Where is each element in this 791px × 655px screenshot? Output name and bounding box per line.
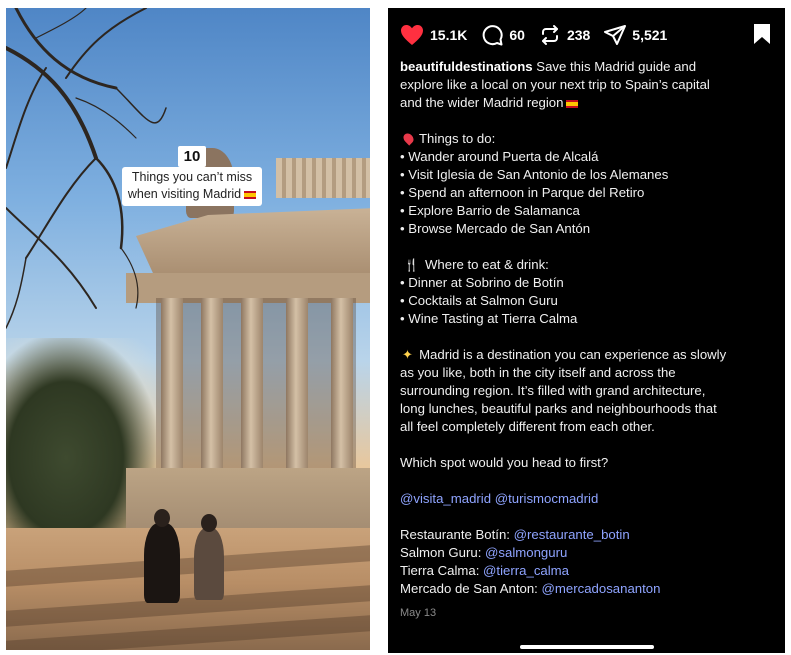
- list-item: • Cocktails at Salmon Guru: [400, 293, 558, 308]
- action-bar: 15.1K 60 238 5,521: [400, 23, 681, 47]
- list-item: • Spend an afternoon in Parque del Retir…: [400, 185, 645, 200]
- credit-label: Salmon Guru:: [400, 545, 486, 560]
- share-icon: [604, 25, 627, 45]
- person-in-dark-coat: [144, 509, 180, 603]
- home-indicator[interactable]: [520, 645, 654, 649]
- tree-shadow: [6, 545, 370, 587]
- caption-number: 10: [177, 146, 207, 167]
- username-link[interactable]: beautifuldestinations: [400, 59, 533, 74]
- list-item: • Explore Barrio de Salamanca: [400, 203, 580, 218]
- like-count: 15.1K: [430, 27, 468, 43]
- share-count: 5,521: [632, 27, 668, 43]
- intro-text: explore like a local on your next trip t…: [400, 77, 710, 92]
- sparkles-icon: ✦: [402, 347, 414, 362]
- list-item: • Visit Iglesia de San Antonio de los Al…: [400, 167, 669, 182]
- eat-heading: Where to eat & drink:: [424, 257, 549, 272]
- para-row: ✦ Madrid is a destination you can experie…: [400, 346, 778, 364]
- caption-line: and the wider Madrid region: [400, 94, 778, 112]
- bookmark-icon: [754, 24, 770, 44]
- paragraph-line: all feel completely different from each …: [400, 419, 655, 434]
- credit-label: Restaurante Botín:: [400, 527, 514, 542]
- intro-text: Save this Madrid guide and: [532, 59, 697, 74]
- mention-link[interactable]: @restaurante_botin: [514, 527, 630, 542]
- credit-label: Mercado de San Anton:: [400, 581, 542, 596]
- tags-row: @visita_madrid @turismocmadrid: [400, 490, 778, 508]
- fork-knife-icon: 🍴: [404, 258, 419, 272]
- caption-line-2-wrap: when visiting Madrid: [127, 186, 257, 203]
- comment-count: 60: [509, 27, 525, 43]
- mention-link[interactable]: @tierra_calma: [483, 563, 569, 578]
- repost-icon: [541, 25, 558, 45]
- mention-link[interactable]: @visita_madrid: [400, 491, 491, 506]
- eat-heading-row: 🍴 Where to eat & drink:: [400, 256, 778, 274]
- things-heading-row: Things to do:: [400, 130, 778, 148]
- paragraph-line: long lunches, beautiful parks and neighb…: [400, 401, 717, 416]
- save-button[interactable]: [753, 23, 771, 50]
- post-photo[interactable]: 10 Things you can’t miss when visiting M…: [6, 8, 370, 650]
- paragraph-line: surrounding region. It’s filled with gra…: [400, 383, 706, 398]
- ground: [6, 528, 370, 650]
- pin-icon: [401, 131, 416, 146]
- list-item: • Wander around Puerta de Alcalá: [400, 149, 599, 164]
- credit-row: Tierra Calma: @tierra_calma: [400, 562, 778, 580]
- credit-row: Mercado de San Anton: @mercadosananton: [400, 580, 778, 598]
- credit-row: Salmon Guru: @salmonguru: [400, 544, 778, 562]
- person-head: [154, 509, 170, 527]
- comment-icon: [483, 25, 503, 46]
- caption-line-1: Things you can’t miss: [131, 170, 253, 184]
- repost-button[interactable]: 238: [539, 24, 590, 46]
- list-item: • Wine Tasting at Tierra Calma: [400, 311, 578, 326]
- post-caption: beautifuldestinations Save this Madrid g…: [400, 58, 778, 622]
- caption-line: beautifuldestinations Save this Madrid g…: [400, 58, 778, 76]
- post-date: May 13: [400, 607, 437, 619]
- question-text: Which spot would you head to first?: [400, 455, 609, 470]
- post-details: 15.1K 60 238 5,521 beautifuldestinations…: [388, 8, 785, 653]
- list-item: • Browse Mercado de San Antón: [400, 221, 591, 236]
- caption-text: Things you can’t miss when visiting Madr…: [121, 167, 263, 206]
- mention-link[interactable]: @salmonguru: [485, 545, 567, 560]
- caption-line-2: when visiting Madrid: [127, 187, 242, 201]
- like-button[interactable]: 15.1K: [400, 24, 467, 46]
- list-item: • Dinner at Sobrino de Botín: [400, 275, 564, 290]
- heart-icon: [401, 25, 423, 45]
- credit-row: Restaurante Botín: @restaurante_botin: [400, 526, 778, 544]
- spain-flag-icon: [244, 190, 257, 199]
- spain-flag-icon: [566, 99, 579, 108]
- tree-branches: [6, 8, 167, 329]
- paragraph-line: as you like, both in the city itself and…: [400, 365, 676, 380]
- paragraph-line: Madrid is a destination you can experien…: [419, 347, 727, 362]
- mention-link[interactable]: @turismocmadrid: [495, 491, 599, 506]
- person-head: [201, 514, 217, 532]
- repost-count: 238: [566, 27, 591, 43]
- credit-label: Tierra Calma:: [400, 563, 484, 578]
- comment-button[interactable]: 60: [481, 24, 525, 46]
- photo-caption: 10 Things you can’t miss when visiting M…: [109, 146, 275, 206]
- intro-text: and the wider Madrid region: [400, 95, 564, 110]
- share-button[interactable]: 5,521: [604, 24, 667, 46]
- mention-link[interactable]: @mercadosananton: [542, 581, 661, 596]
- person-in-check-jacket: [194, 514, 224, 600]
- things-heading: Things to do:: [419, 131, 496, 146]
